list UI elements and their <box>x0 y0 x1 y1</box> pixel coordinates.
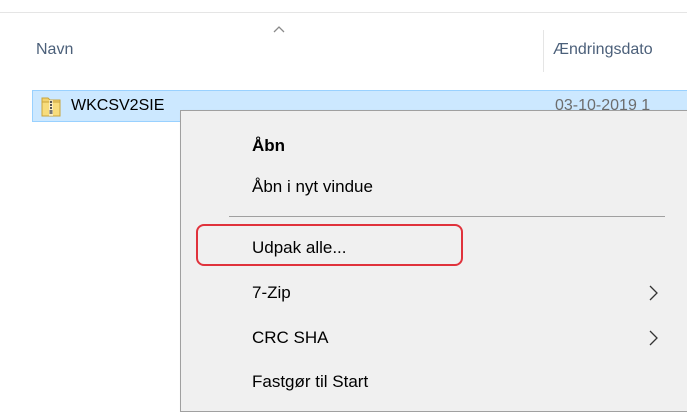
menu-item-crc-sha[interactable]: CRC SHA <box>181 318 687 358</box>
column-header-name[interactable]: Navn <box>36 30 536 70</box>
menu-item-open-new-window[interactable]: Åbn i nyt vindue <box>181 167 687 207</box>
column-header-date-label: Ændringsdato <box>553 41 653 58</box>
zip-folder-icon <box>41 97 61 117</box>
menu-item-7zip[interactable]: 7-Zip <box>181 273 687 313</box>
column-divider[interactable] <box>543 30 544 72</box>
column-header-date[interactable]: Ændringsdato <box>553 30 687 70</box>
menu-separator <box>229 216 665 217</box>
extract-all-highlight <box>196 224 463 266</box>
chevron-right-icon <box>649 285 658 301</box>
menu-item-pin-to-start[interactable]: Fastgør til Start <box>181 362 687 402</box>
list-top-border <box>0 12 687 13</box>
chevron-right-icon <box>649 330 658 346</box>
menu-item-pin-to-start-label: Fastgør til Start <box>252 372 369 391</box>
menu-item-7zip-label: 7-Zip <box>252 283 291 302</box>
menu-item-open[interactable]: Åbn <box>181 126 687 166</box>
menu-item-crc-sha-label: CRC SHA <box>252 328 329 347</box>
menu-item-open-label: Åbn <box>252 136 286 155</box>
column-header-name-label: Navn <box>36 41 74 58</box>
menu-item-open-new-window-label: Åbn i nyt vindue <box>252 177 373 196</box>
file-name[interactable]: WKCSV2SIE <box>71 91 164 121</box>
